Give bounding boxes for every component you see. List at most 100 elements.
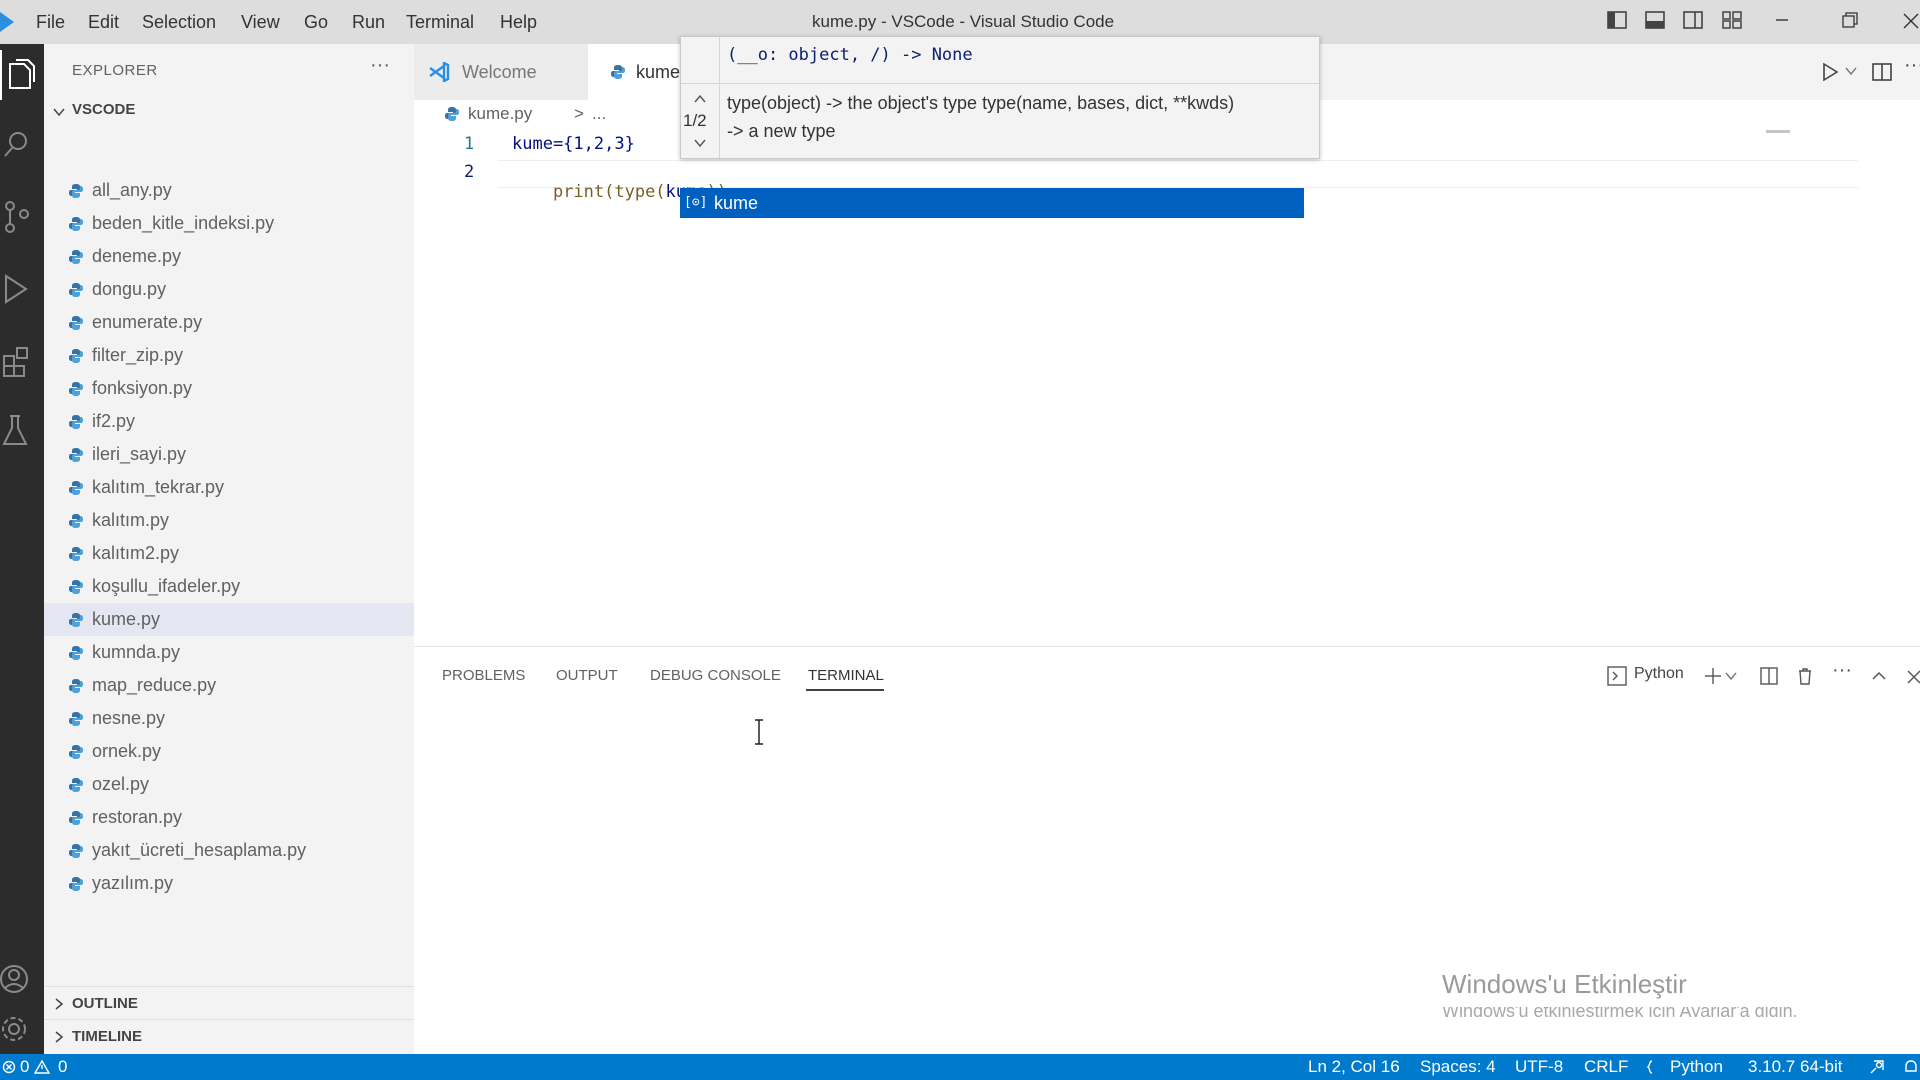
toggle-sidebar-icon[interactable] [1605,8,1635,36]
code-editor[interactable]: kume.py > ... 1 2 kume={1,2,3} print(typ… [414,100,1920,645]
python-file-icon [69,646,83,660]
add-terminal-icon[interactable] [1702,665,1724,687]
python-file-icon [69,613,83,627]
warning-count: 0 [58,1057,68,1076]
text-cursor-icon [755,719,763,745]
source-control-icon[interactable] [0,192,44,242]
menu-selection[interactable]: Selection [142,0,216,44]
chevron-down-icon[interactable] [693,137,707,149]
maximize-panel-icon[interactable] [1870,667,1888,685]
split-editor-icon[interactable] [1870,60,1894,84]
notifications-bell-icon[interactable] [1902,1058,1920,1076]
hint-divider [681,83,1319,84]
tab-terminal[interactable]: TERMINAL [808,647,884,705]
error-count: 0 [20,1057,30,1076]
python-file-icon [69,844,83,858]
chevron-down-icon[interactable] [1724,669,1738,683]
file-item[interactable]: kume.py [44,603,414,636]
trash-icon[interactable] [1794,665,1816,687]
file-item[interactable]: map_reduce.py [44,669,414,702]
file-item[interactable]: dongu.py [44,273,414,306]
file-item[interactable]: yazılım.py [44,867,414,900]
menu-help[interactable]: Help [500,0,537,44]
chevron-down-icon[interactable] [1844,64,1858,78]
file-name: koşullu_ifadeler.py [92,576,241,596]
file-item[interactable]: kumnda.py [44,636,414,669]
file-item[interactable]: restoran.py [44,801,414,834]
chevron-up-icon[interactable] [693,93,707,105]
minimize-icon[interactable] [1770,8,1800,36]
file-item[interactable]: kalıtım_tekrar.py [44,471,414,504]
tab-output[interactable]: OUTPUT [556,647,618,705]
file-item[interactable]: beden_kitle_indeksi.py [44,207,414,240]
file-item[interactable]: koşullu_ifadeler.py [44,570,414,603]
encoding[interactable]: UTF-8 [1515,1054,1563,1080]
suggestion-item[interactable]: [⊙] kume [680,188,1304,218]
file-item[interactable]: yakıt_ücreti_hesaplama.py [44,834,414,867]
menu-file[interactable]: File [36,0,65,44]
menu-go[interactable]: Go [304,0,328,44]
language-mode[interactable]: Python [1670,1054,1723,1080]
settings-gear-icon[interactable] [0,1004,44,1054]
close-window-icon[interactable] [1898,8,1920,36]
terminal-icon [1607,666,1627,686]
file-name: kumnda.py [92,642,181,662]
minimap[interactable] [1766,130,1790,133]
tab-debug-console[interactable]: DEBUG CONSOLE [650,647,781,705]
menu-run[interactable]: Run [352,0,385,44]
variable-icon: [⊙] [684,195,708,210]
file-name: beden_kitle_indeksi.py [92,213,275,233]
file-item[interactable]: kalıtım2.py [44,537,414,570]
menu-view[interactable]: View [241,0,280,44]
terminal-area[interactable] [414,705,1920,1055]
file-item[interactable]: kalıtım.py [44,504,414,537]
search-icon[interactable] [0,120,44,170]
restore-icon[interactable] [1838,8,1868,36]
file-item[interactable]: filter_zip.py [44,339,414,372]
customize-layout-icon[interactable] [1720,8,1750,36]
toggle-secondary-sidebar-icon[interactable] [1681,8,1711,36]
breadcrumb-file[interactable]: kume.py [468,102,532,126]
extensions-icon[interactable] [0,336,44,386]
file-item[interactable]: nesne.py [44,702,414,735]
terminal-name[interactable]: Python [1634,665,1684,683]
panel-more-icon[interactable]: ··· [1832,659,1852,682]
file-item[interactable]: ornek.py [44,735,414,768]
file-item[interactable]: ileri_sayi.py [44,438,414,471]
file-item[interactable]: fonksiyon.py [44,372,414,405]
run-debug-icon[interactable] [0,264,44,314]
explorer-title: EXPLORER [72,62,158,79]
close-panel-icon[interactable] [1904,667,1920,685]
problems-status[interactable]: 0 0 [0,1054,80,1080]
explorer-more-icon[interactable]: ··· [370,54,390,77]
file-name: if2.py [92,411,136,431]
editor-more-icon[interactable]: ··· [1904,54,1920,77]
file-item[interactable]: ozel.py [44,768,414,801]
split-terminal-icon[interactable] [1758,665,1780,687]
tab-welcome[interactable]: Welcome [414,44,588,100]
line-ending[interactable]: CRLF [1584,1054,1628,1080]
explorer-icon[interactable] [0,50,46,100]
python-file-icon [69,283,83,297]
feedback-icon[interactable] [1868,1058,1886,1076]
file-name: nesne.py [92,708,166,728]
testing-icon[interactable] [0,406,44,456]
file-item[interactable]: deneme.py [44,240,414,273]
file-item[interactable]: if2.py [44,405,414,438]
toggle-panel-icon[interactable] [1643,8,1673,36]
file-item[interactable]: all_any.py [44,174,414,207]
breadcrumb-symbol[interactable]: ... [592,102,606,126]
menu-edit[interactable]: Edit [88,0,119,44]
file-item[interactable]: enumerate.py [44,306,414,339]
python-interpreter[interactable]: 3.10.7 64-bit [1748,1054,1843,1080]
timeline-section[interactable]: TIMELINE [44,1019,414,1053]
indentation[interactable]: Spaces: 4 [1420,1054,1496,1080]
cursor-position[interactable]: Ln 2, Col 16 [1308,1054,1400,1080]
outline-section[interactable]: OUTLINE [44,986,414,1020]
folder-header[interactable]: VSCODE [44,99,414,125]
python-file-icon [69,580,83,594]
run-file-icon[interactable] [1818,60,1842,84]
menu-terminal[interactable]: Terminal [406,0,474,44]
tab-problems[interactable]: PROBLEMS [442,647,525,705]
accounts-icon[interactable] [0,954,44,1004]
